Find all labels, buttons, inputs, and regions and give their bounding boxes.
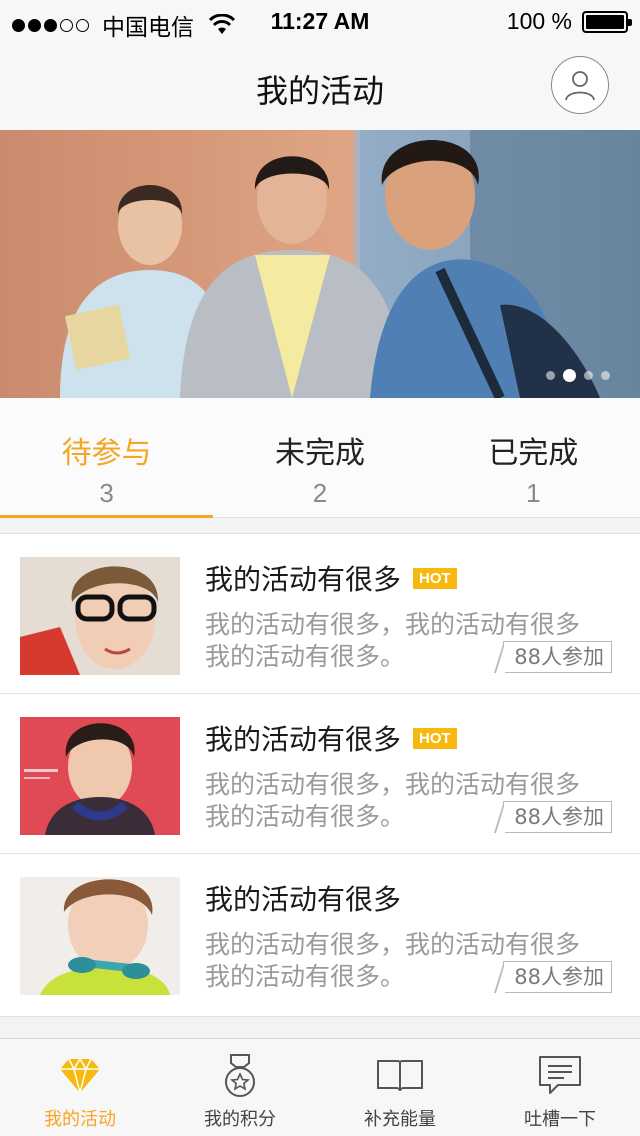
carousel-dot	[584, 371, 593, 380]
navigation-bar: 我的活动	[0, 44, 640, 130]
hot-badge: HOT	[413, 727, 457, 749]
activity-thumbnail	[20, 717, 180, 835]
tab-count: 3	[99, 478, 114, 508]
activity-title-row: 我的活动有很多 HOT	[205, 558, 457, 598]
activity-title: 我的活动有很多	[205, 723, 402, 756]
list-item[interactable]: 我的活动有很多 HOT 我的活动有很多，我的活动有很多 我的活动有很多。 88人…	[0, 534, 640, 694]
tabbar-label: 我的活动	[44, 1109, 116, 1130]
activity-title-row: 我的活动有很多 HOT	[205, 718, 457, 758]
bottom-tab-bar: 我的活动 我的积分 补充能量 吐槽一下	[0, 1038, 640, 1136]
banner-carousel[interactable]	[0, 130, 640, 398]
battery-icon	[582, 10, 632, 33]
status-right: 100 %	[506, 8, 632, 35]
carousel-dot	[546, 371, 555, 380]
user-icon	[565, 71, 595, 101]
participant-count-badge: 88人参加	[494, 961, 612, 993]
activity-title-row: 我的活动有很多	[205, 878, 401, 918]
activity-title: 我的活动有很多	[205, 563, 402, 596]
active-tab-indicator	[0, 515, 213, 518]
activity-desc-line: 我的活动有很多，我的活动有很多	[205, 930, 581, 959]
participant-count-badge: 88人参加	[494, 801, 612, 833]
tabbar-recharge[interactable]: 补充能量	[320, 1039, 480, 1136]
activity-thumbnail	[20, 557, 180, 675]
activity-desc-line: 我的活动有很多，我的活动有很多	[205, 610, 581, 639]
carousel-indicator	[538, 369, 610, 382]
tabbar-label: 吐槽一下	[524, 1109, 596, 1130]
banner-image	[0, 130, 640, 398]
tab-pending[interactable]: 待参与 3	[0, 398, 213, 518]
tabbar-my-points[interactable]: 我的积分	[160, 1039, 320, 1136]
tab-completed[interactable]: 已完成 1	[427, 398, 640, 517]
profile-button[interactable]	[551, 56, 609, 114]
tab-label: 待参与	[61, 436, 152, 471]
hot-badge: HOT	[413, 567, 457, 589]
status-bar: 中国电信 11:27 AM 100 %	[0, 0, 640, 44]
list-item[interactable]: 我的活动有很多 我的活动有很多，我的活动有很多 我的活动有很多。 88人参加	[0, 854, 640, 1017]
tab-count: 1	[526, 478, 541, 508]
tab-incomplete[interactable]: 未完成 2	[213, 398, 426, 517]
activity-thumbnail	[20, 877, 180, 995]
tabbar-label: 补充能量	[364, 1109, 436, 1130]
book-icon	[377, 1060, 423, 1092]
tabbar-my-activities[interactable]: 我的活动	[0, 1039, 160, 1136]
tab-label: 未完成	[274, 436, 365, 471]
chat-icon	[539, 1056, 581, 1094]
participant-count-badge: 88人参加	[494, 641, 612, 673]
tabbar-label: 我的积分	[204, 1109, 276, 1130]
carousel-dot	[601, 371, 610, 380]
diamond-icon	[60, 1057, 100, 1094]
activity-desc-line: 我的活动有很多，我的活动有很多	[205, 770, 581, 799]
battery-percent: 100 %	[506, 8, 572, 34]
tabbar-feedback[interactable]: 吐槽一下	[480, 1039, 640, 1136]
page-title: 我的活动	[255, 72, 384, 110]
tab-label: 已完成	[488, 436, 579, 471]
activity-title: 我的活动有很多	[205, 883, 402, 916]
medal-icon	[225, 1054, 255, 1097]
activity-list: 我的活动有很多 HOT 我的活动有很多，我的活动有很多 我的活动有很多。 88人…	[0, 533, 640, 1017]
tab-count: 2	[312, 478, 328, 508]
activity-tabs: 待参与 3 未完成 2 已完成 1	[0, 398, 640, 518]
list-item[interactable]: 我的活动有很多 HOT 我的活动有很多，我的活动有很多 我的活动有很多。 88人…	[0, 694, 640, 854]
carousel-dot-active	[563, 369, 576, 382]
